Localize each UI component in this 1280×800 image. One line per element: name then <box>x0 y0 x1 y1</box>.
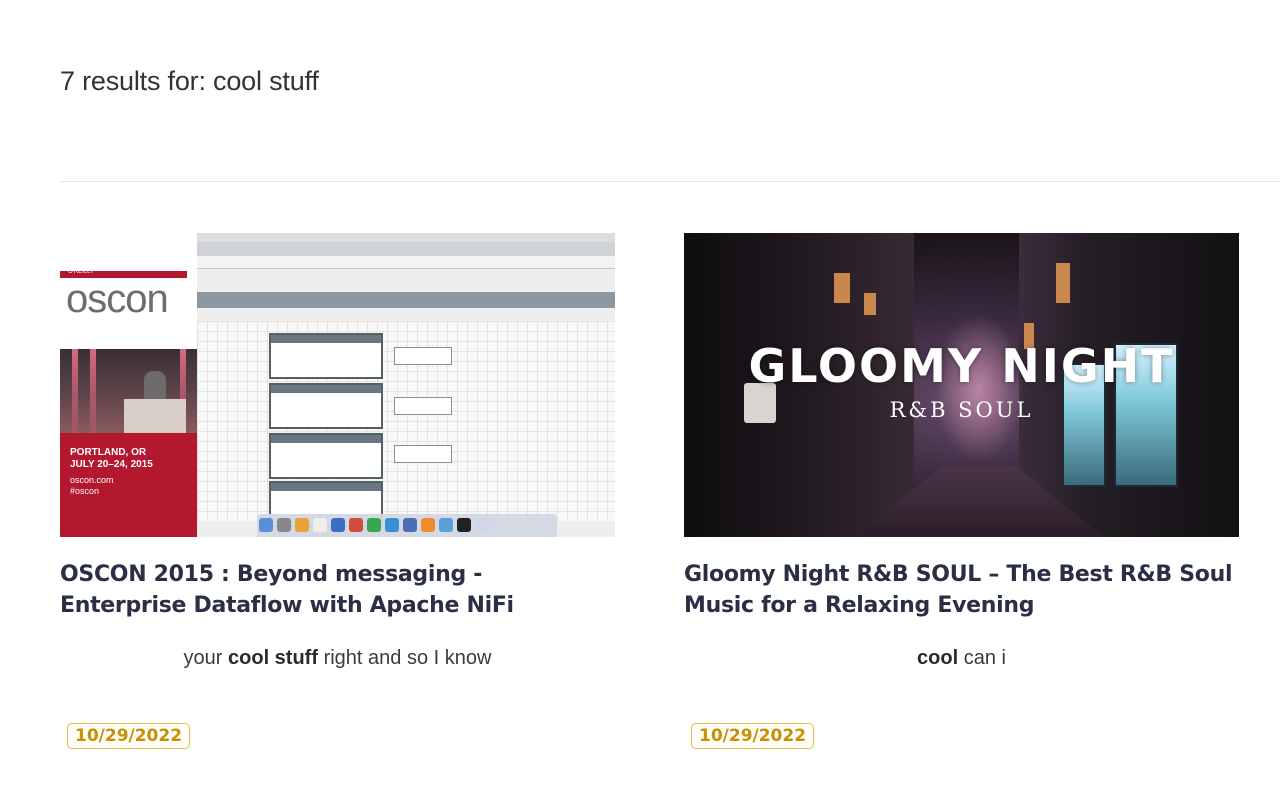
result-snippet: cool can i <box>684 647 1239 670</box>
speaker-photo <box>60 349 197 433</box>
snippet-text: can i <box>958 647 1006 669</box>
event-hashtag: #oscon <box>70 486 100 496</box>
flow-connection <box>394 347 452 365</box>
snippet-text: right and so I know <box>318 647 492 669</box>
event-dates: JULY 20–24, 2015 <box>70 459 153 470</box>
night-street-image: GLOOMY NIGHT R&B SOUL <box>684 233 1239 537</box>
date-badge: 10/29/2022 <box>67 723 191 749</box>
flow-canvas <box>197 321 615 527</box>
flow-connection <box>394 397 452 415</box>
result-snippet: your cool stuff right and so I know <box>60 647 615 670</box>
screen-toolbar <box>197 292 615 308</box>
snippet-highlight: cool stuff <box>228 647 319 669</box>
result-title[interactable]: OSCON 2015 : Beyond messaging - Enterpri… <box>60 559 615 621</box>
flow-processor <box>269 433 383 479</box>
date-badge: 10/29/2022 <box>691 723 815 749</box>
screen-capture <box>197 233 615 537</box>
result-card: GLOOMY NIGHT R&B SOUL Gloomy Night R&B S… <box>684 233 1239 749</box>
result-card: O'REILLY OSCON PORTLAND, OR JULY 20–24, … <box>60 233 615 749</box>
snippet-text: your <box>183 647 229 669</box>
screen-dock <box>257 514 557 537</box>
oscon-event-info: PORTLAND, OR JULY 20–24, 2015 oscon.com … <box>60 433 197 537</box>
podium <box>124 399 186 433</box>
event-site: oscon.com <box>70 475 114 485</box>
event-location: PORTLAND, OR <box>70 447 147 458</box>
search-results-page: 7 results for: cool stuff O'REILLY OSCON… <box>0 0 1280 800</box>
oreilly-label: O'REILLY <box>68 269 95 275</box>
result-thumbnail[interactable]: GLOOMY NIGHT R&B SOUL <box>684 233 1239 537</box>
thumbnail-subheadline: R&B SOUL <box>889 398 1034 422</box>
snippet-highlight: cool <box>917 647 959 669</box>
screen-menubar <box>197 233 615 242</box>
screen-tabbar <box>197 242 615 256</box>
result-title[interactable]: Gloomy Night R&B SOUL – The Best R&B Sou… <box>684 559 1239 621</box>
result-thumbnail[interactable]: O'REILLY OSCON PORTLAND, OR JULY 20–24, … <box>60 233 615 537</box>
divider <box>60 181 1280 182</box>
flow-processor <box>269 333 383 379</box>
results-heading: 7 results for: cool stuff <box>60 66 319 96</box>
oscon-logo: OSCON <box>66 277 169 321</box>
flow-processor <box>269 383 383 429</box>
thumbnail-headline: GLOOMY NIGHT <box>748 339 1175 393</box>
flow-connection <box>394 445 452 463</box>
screen-urlbar <box>197 256 615 269</box>
oscon-branding-panel: O'REILLY OSCON PORTLAND, OR JULY 20–24, … <box>60 233 197 537</box>
